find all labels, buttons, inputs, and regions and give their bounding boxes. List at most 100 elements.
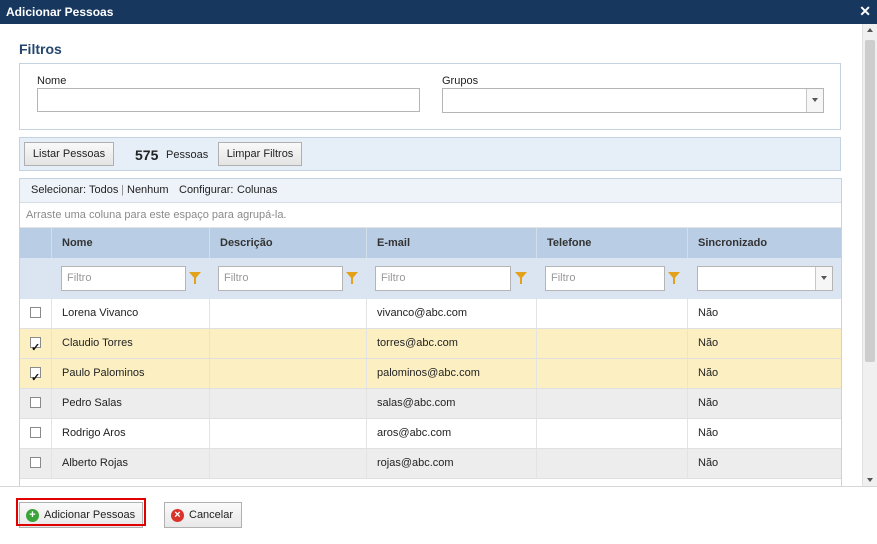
column-header-email[interactable]: E-mail [366,228,536,258]
checkbox-column-header [20,228,51,258]
select-label: Selecionar: [31,184,87,196]
row-checkbox[interactable] [30,427,41,438]
row-checkbox[interactable] [30,397,41,408]
cancel-icon: × [171,509,184,522]
grid-header: Nome Descrição E-mail Telefone Sincroniz… [20,228,841,258]
table-row[interactable]: Pedro Salas salas@abc.com Não [20,389,841,419]
column-header-label: Descrição [220,237,273,249]
row-select-cell [20,359,51,393]
column-header-descricao[interactable]: Descrição [209,228,366,258]
groups-select[interactable] [442,88,824,113]
clear-filters-button[interactable]: Limpar Filtros [218,142,302,166]
cell-email: vivanco@abc.com [366,299,536,328]
cell-description [209,419,366,448]
cell-phone [536,419,687,448]
row-select-cell [20,299,51,328]
description-filter-input[interactable]: Filtro [218,266,343,291]
cancel-label: Cancelar [189,509,234,521]
name-label: Nome [37,75,67,87]
cell-phone [536,299,687,328]
cell-phone [536,449,687,478]
grid-tools: Selecionar: Todos | Nenhum Configurar: C… [20,179,841,203]
chevron-down-icon[interactable] [815,267,832,290]
column-header-label: Sincronizado [698,237,768,249]
row-checkbox[interactable] [30,307,41,318]
configure-columns-link[interactable]: Colunas [237,184,277,196]
filter-funnel-icon[interactable] [346,272,358,284]
row-checkbox[interactable] [30,457,41,468]
cell-description [209,449,366,478]
cell-name: Claudio Torres [51,329,209,358]
cell-email: torres@abc.com [366,329,536,358]
add-people-label: Adicionar Pessoas [44,509,136,521]
people-grid: Selecionar: Todos | Nenhum Configurar: C… [19,178,842,486]
group-hint: Arraste uma coluna para este espaço para… [26,209,287,221]
synced-filter-select[interactable] [697,266,833,291]
cell-phone [536,359,687,388]
row-checkbox[interactable] [30,364,41,393]
table-row[interactable]: Lorena Vivanco vivanco@abc.com Não [20,299,841,329]
cell-phone [536,329,687,358]
cell-synced: Não [687,389,841,418]
name-filter-input[interactable]: Filtro [61,266,186,291]
filters-panel: Nome Grupos [19,63,841,130]
table-row[interactable]: Paulo Palominos palominos@abc.com Não [20,359,841,393]
cell-description [209,359,366,388]
cell-phone [536,389,687,418]
group-by-area[interactable]: Arraste uma coluna para este espaço para… [20,203,841,228]
configure-label: Configurar: [179,184,234,196]
close-icon[interactable]: ✕ [859,3,871,20]
select-none-link[interactable]: Nenhum [127,184,169,196]
column-header-telefone[interactable]: Telefone [536,228,687,258]
row-select-cell [20,329,51,363]
list-people-button[interactable]: Listar Pessoas [24,142,114,166]
table-row[interactable]: Alberto Rojas rojas@abc.com Não [20,449,841,479]
column-header-label: Telefone [547,237,592,249]
add-people-button[interactable]: + Adicionar Pessoas [19,502,143,528]
column-header-label: E-mail [377,237,411,249]
row-checkbox[interactable] [30,334,41,363]
vertical-scrollbar[interactable] [862,24,877,486]
scroll-down-icon[interactable] [867,478,873,482]
cell-email: palominos@abc.com [366,359,536,388]
cell-name: Rodrigo Aros [51,419,209,448]
row-select-cell [20,419,51,448]
cell-name: Lorena Vivanco [51,299,209,328]
table-row[interactable]: Rodrigo Aros aros@abc.com Não [20,419,841,449]
people-count-label: Pessoas [166,149,209,161]
dialog-footer: + Adicionar Pessoas × Cancelar [0,486,877,544]
phone-filter-input[interactable]: Filtro [545,266,665,291]
cell-email: rojas@abc.com [366,449,536,478]
window-title: Adicionar Pessoas [6,5,114,19]
filters-title: Filtros [19,41,62,57]
cell-email: salas@abc.com [366,389,536,418]
email-filter-input[interactable]: Filtro [375,266,511,291]
filter-funnel-icon[interactable] [515,272,527,284]
name-input[interactable] [37,88,420,112]
row-select-cell [20,449,51,478]
filter-funnel-icon[interactable] [668,272,680,284]
cell-description [209,389,366,418]
column-header-sincronizado[interactable]: Sincronizado [687,228,841,258]
filter-funnel-icon[interactable] [189,272,201,284]
cell-synced: Não [687,329,841,358]
cell-email: aros@abc.com [366,419,536,448]
add-icon: + [26,509,39,522]
chevron-down-icon[interactable] [806,89,823,112]
cell-name: Pedro Salas [51,389,209,418]
cell-synced: Não [687,299,841,328]
table-row[interactable]: Claudio Torres torres@abc.com Não [20,329,841,363]
filter-row: Filtro Filtro Filtro Filtro [20,258,841,299]
cell-synced: Não [687,449,841,478]
list-toolbar: Listar Pessoas 575 Pessoas Limpar Filtro… [19,137,841,171]
column-header-label: Nome [62,237,93,249]
cancel-button[interactable]: × Cancelar [164,502,242,528]
row-select-cell [20,389,51,418]
scroll-up-icon[interactable] [867,28,873,32]
cell-synced: Não [687,419,841,448]
column-header-nome[interactable]: Nome [51,228,209,258]
title-bar: Adicionar Pessoas ✕ [0,0,877,24]
select-all-link[interactable]: Todos [89,184,118,196]
cell-name: Paulo Palominos [51,359,209,388]
scrollbar-thumb[interactable] [865,40,875,362]
